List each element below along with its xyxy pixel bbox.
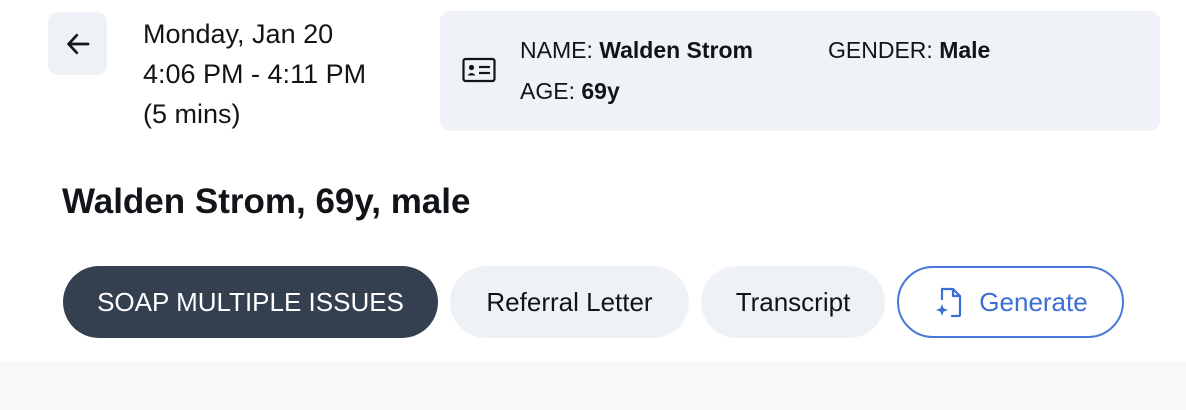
visit-info: Monday, Jan 20 4:06 PM - 4:11 PM (5 mins… <box>143 14 366 134</box>
gender-value: Male <box>939 37 991 63</box>
tab-transcript[interactable]: Transcript <box>701 266 885 338</box>
visit-time-range: 4:06 PM - 4:11 PM <box>143 59 367 89</box>
age-label: AGE: <box>520 78 575 104</box>
name-label: NAME: <box>520 37 593 63</box>
age-value: 69y <box>581 78 620 104</box>
patient-name-field: NAME: Walden Strom <box>520 37 753 64</box>
generate-button[interactable]: Generate <box>897 266 1124 338</box>
tab-referral-letter[interactable]: Referral Letter <box>450 266 689 338</box>
patient-heading: Walden Strom, 69y, male <box>62 182 471 221</box>
patient-info-card: NAME: Walden Strom GENDER: Male AGE: 69y <box>440 11 1160 131</box>
id-card-icon <box>462 57 496 83</box>
patient-age-field: AGE: 69y <box>520 78 620 105</box>
arrow-left-icon <box>66 33 89 54</box>
file-sparkle-icon <box>936 287 962 318</box>
gender-label: GENDER: <box>828 37 933 63</box>
tab-soap-multiple-issues[interactable]: SOAP MULTIPLE ISSUES <box>63 266 438 338</box>
visit-duration: (5 mins) <box>143 99 241 129</box>
content-area <box>0 361 1186 410</box>
patient-gender-field: GENDER: Male <box>828 37 990 64</box>
generate-label: Generate <box>979 286 1088 317</box>
back-button[interactable] <box>48 12 107 75</box>
note-tabs: SOAP MULTIPLE ISSUES Referral Letter Tra… <box>63 266 1124 338</box>
name-value: Walden Strom <box>599 37 754 63</box>
visit-date: Monday, Jan 20 <box>143 19 334 49</box>
visit-detail-page: Monday, Jan 20 4:06 PM - 4:11 PM (5 mins… <box>0 0 1186 410</box>
